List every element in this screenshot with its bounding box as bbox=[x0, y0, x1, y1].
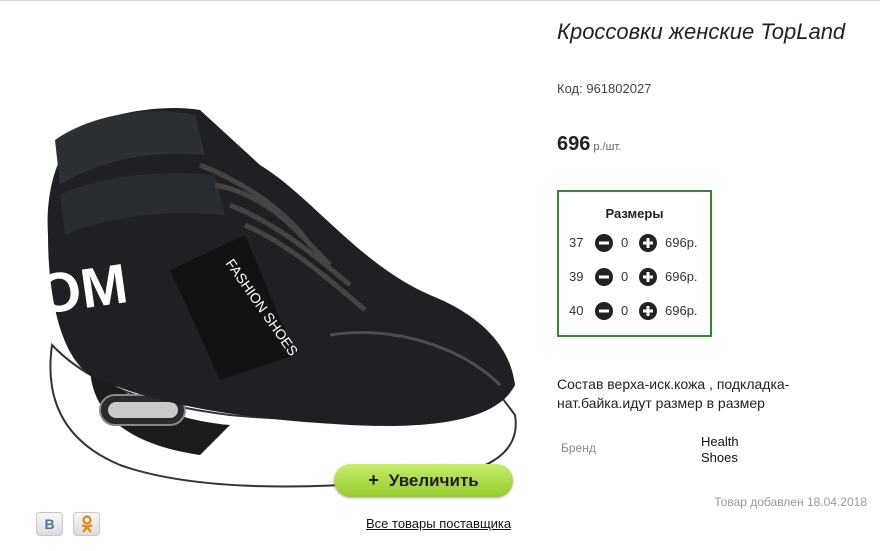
plus-circle-icon[interactable] bbox=[639, 302, 657, 320]
size-row: 40 0 696р. bbox=[569, 301, 709, 321]
price-value: 696 bbox=[557, 133, 591, 155]
zoom-button-label: Увеличить bbox=[388, 470, 479, 490]
size-quantity: 0 bbox=[621, 235, 629, 250]
size-price: 696р. bbox=[665, 303, 698, 318]
svg-text:OM: OM bbox=[33, 251, 131, 326]
product-description: Состав верха-иск.кожа , подкладка-нат.ба… bbox=[557, 376, 790, 411]
price-unit: р./шт. bbox=[593, 141, 622, 153]
size-value: 40 bbox=[569, 303, 584, 318]
product-price: 696 р./шт. bbox=[557, 133, 621, 156]
size-price: 696р. bbox=[665, 269, 698, 284]
sizes-panel: Размеры 37 0 696р. 39 0 696р. 40 0 696р. bbox=[557, 190, 712, 337]
plus-circle-icon[interactable] bbox=[639, 268, 657, 286]
brand-value: Health Shoes bbox=[701, 434, 739, 465]
brand-label: Бренд bbox=[561, 441, 596, 455]
supplier-products-link[interactable]: Все товары поставщика bbox=[366, 516, 511, 531]
size-quantity: 0 bbox=[621, 269, 629, 284]
sizes-title: Размеры bbox=[605, 206, 664, 221]
zoom-button[interactable]: + Увеличить bbox=[334, 464, 513, 497]
code-value: 961802027 bbox=[586, 81, 652, 96]
added-date: Товар добавлен 18.04.2018 bbox=[714, 495, 867, 509]
product-title: Кроссовки женские TopLand bbox=[557, 19, 846, 44]
size-value: 37 bbox=[569, 235, 584, 250]
vk-icon: B bbox=[44, 516, 55, 532]
ok-share-button[interactable] bbox=[73, 512, 100, 536]
plus-icon: + bbox=[368, 470, 379, 490]
product-code: Код: 961802027 bbox=[557, 81, 651, 96]
plus-circle-icon[interactable] bbox=[639, 234, 657, 252]
top-divider bbox=[0, 0, 880, 1]
size-quantity: 0 bbox=[621, 303, 629, 318]
minus-circle-icon[interactable] bbox=[595, 268, 613, 286]
vk-share-button[interactable]: B bbox=[36, 512, 63, 536]
size-row: 37 0 696р. bbox=[569, 233, 709, 253]
minus-circle-icon[interactable] bbox=[595, 302, 613, 320]
product-image[interactable]: OM FASHION SHOES bbox=[30, 95, 530, 505]
size-row: 39 0 696р. bbox=[569, 267, 709, 287]
odnoklassniki-icon bbox=[80, 515, 93, 533]
code-label: Код: bbox=[557, 81, 583, 96]
size-price: 696р. bbox=[665, 235, 698, 250]
minus-circle-icon[interactable] bbox=[595, 234, 613, 252]
size-value: 39 bbox=[569, 269, 584, 284]
